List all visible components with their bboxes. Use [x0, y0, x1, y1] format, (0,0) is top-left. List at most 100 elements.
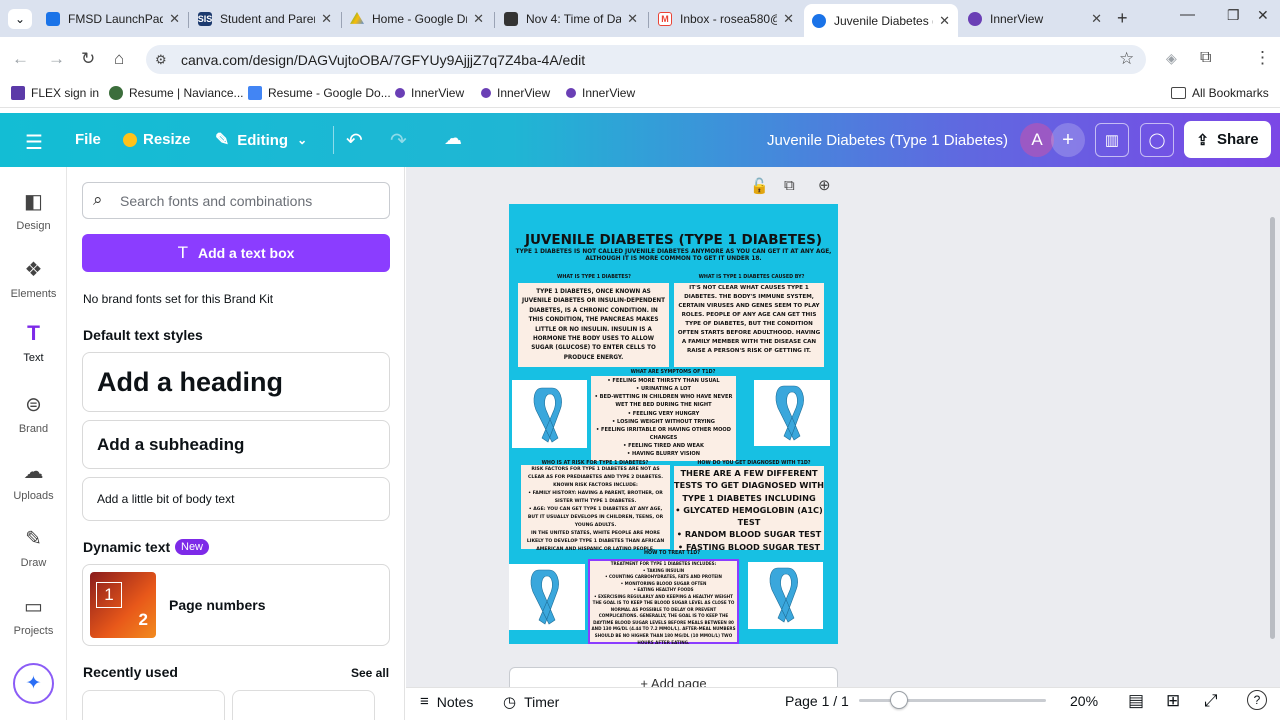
awareness-ribbon-image[interactable]	[509, 564, 585, 630]
rail-text[interactable]: T Text	[0, 322, 67, 364]
awareness-ribbon-image[interactable]	[754, 380, 830, 446]
tab-search-chevron-icon[interactable]: ⌄	[8, 9, 32, 29]
invite-plus-icon[interactable]: +	[1051, 123, 1085, 157]
bookmark-resume-naviance[interactable]: Resume | Naviance...	[109, 86, 244, 100]
site-info-icon[interactable]: ⚙	[155, 52, 167, 68]
forward-icon[interactable]: →	[48, 49, 65, 69]
restore-icon[interactable]: ❐	[1227, 7, 1240, 24]
close-tab-icon[interactable]: ✕	[169, 11, 180, 27]
avatar[interactable]: A	[1020, 123, 1054, 157]
close-tab-icon[interactable]: ✕	[939, 13, 950, 29]
timer-button[interactable]: ◷ Timer	[503, 693, 559, 711]
puzzle-extensions-icon[interactable]: ⧉	[1200, 49, 1211, 67]
awareness-ribbon-image[interactable]	[748, 562, 823, 629]
a4-box[interactable]: RISK FACTORS FOR TYPE 1 DIABETES ARE NOT…	[521, 465, 670, 552]
share-button[interactable]: ⇪ Share	[1184, 121, 1271, 158]
see-all-link[interactable]: See all	[351, 666, 389, 680]
file-menu[interactable]: File	[75, 131, 101, 148]
google-docs-icon	[248, 86, 262, 100]
q2-heading[interactable]: WHAT IS TYPE 1 DIABETES CAUSED BY?	[675, 275, 828, 281]
all-bookmarks[interactable]: All Bookmarks	[1171, 86, 1269, 100]
rail-uploads[interactable]: ☁ Uploads	[0, 459, 67, 502]
rail-design[interactable]: ◧ Design	[0, 189, 67, 232]
add-page-icon[interactable]: ⊕	[818, 176, 831, 194]
close-tab-icon[interactable]: ✕	[627, 11, 638, 27]
canvas-scrollbar[interactable]	[1270, 217, 1275, 639]
browser-menu-icon[interactable]: ⋮	[1254, 48, 1271, 68]
new-tab-icon[interactable]: +	[1117, 8, 1128, 29]
magic-sparkle-icon[interactable]: ✦	[13, 663, 54, 704]
design-page[interactable]: JUVENILE DIABETES (TYPE 1 DIABETES) TYPE…	[509, 204, 838, 645]
tab-nov4[interactable]: Nov 4: Time of Day ✕	[496, 5, 646, 33]
add-heading-card[interactable]: Add a heading	[82, 352, 390, 412]
a1-box[interactable]: TYPE 1 DIABETES, ONCE KNOWN AS JUVENILE …	[518, 283, 669, 367]
insights-chart-icon[interactable]: ▥	[1095, 123, 1129, 157]
add-subheading-card[interactable]: Add a subheading	[82, 420, 390, 469]
add-text-box-button[interactable]: T Add a text box	[82, 234, 390, 272]
design-title[interactable]: Juvenile Diabetes (Type 1 Diabetes)	[767, 132, 1008, 149]
bookmark-innerview-1[interactable]: InnerView	[395, 86, 464, 100]
back-icon[interactable]: ←	[12, 49, 29, 69]
tab-student-parent[interactable]: SIS Student and Parent ✕	[190, 5, 340, 33]
duplicate-page-icon[interactable]: ⧉	[784, 177, 795, 194]
page-indicator[interactable]: Page 1 / 1	[785, 693, 849, 709]
zoom-slider-thumb[interactable]	[890, 691, 908, 709]
grid-view-icon[interactable]: ⊞	[1166, 691, 1180, 711]
close-tab-icon[interactable]: ✕	[1091, 11, 1102, 27]
a3-box[interactable]: • FEELING MORE THIRSTY THAN USUAL • URIN…	[591, 376, 736, 461]
poster-title[interactable]: JUVENILE DIABETES (TYPE 1 DIABETES)	[513, 232, 834, 249]
close-tab-icon[interactable]: ✕	[783, 11, 794, 27]
bookmark-innerview-2[interactable]: InnerView	[481, 86, 550, 100]
page-numbers-card[interactable]: 1 2 Page numbers	[82, 564, 390, 646]
help-icon[interactable]: ?	[1247, 690, 1267, 710]
a2-box[interactable]: IT'S NOT CLEAR WHAT CAUSES TYPE 1 DIABET…	[674, 283, 824, 367]
add-body-text-card[interactable]: Add a little bit of body text	[82, 477, 390, 521]
canva-icon	[812, 13, 826, 28]
tab-google-drive[interactable]: Home - Google Drive ✕	[342, 5, 492, 33]
add-page-button[interactable]: + Add page	[509, 667, 838, 687]
rail-draw[interactable]: ✎ Draw	[0, 526, 67, 569]
q6-heading[interactable]: HOW TO TREAT T1D?	[597, 551, 747, 557]
poster-subtitle[interactable]: TYPE 1 DIABETES IS NOT CALLED JUVENILE D…	[511, 249, 836, 263]
reload-icon[interactable]: ↻	[81, 49, 95, 69]
zoom-slider[interactable]	[859, 699, 1046, 702]
close-tab-icon[interactable]: ✕	[321, 11, 332, 27]
recent-font-card[interactable]	[232, 690, 375, 720]
a5-box[interactable]: THERE ARE A FEW DIFFERENT TESTS TO GET D…	[674, 466, 824, 552]
minimize-icon[interactable]: —	[1180, 6, 1195, 23]
a6-box-selected[interactable]: TREATMENT FOR TYPE 1 DIABETES INCLUDES: …	[588, 559, 739, 645]
rail-brand[interactable]: ⊜ Brand	[0, 392, 67, 435]
redo-icon[interactable]: ↷	[390, 128, 407, 153]
awareness-ribbon-image[interactable]	[512, 380, 587, 448]
rail-elements[interactable]: ❖ Elements	[0, 257, 67, 300]
fullscreen-icon[interactable]: ⤢	[1204, 691, 1218, 711]
comment-icon[interactable]: ◯	[1140, 123, 1174, 157]
tab-fmsd-launchpad[interactable]: FMSD LaunchPad ✕	[38, 5, 188, 33]
undo-icon[interactable]: ↶	[346, 128, 363, 153]
close-window-icon[interactable]: ✕	[1257, 7, 1269, 24]
draw-icon: ✎	[25, 528, 42, 550]
resize-button[interactable]: Resize	[123, 131, 191, 148]
bookmark-innerview-3[interactable]: InnerView	[566, 86, 635, 100]
cloud-saved-icon[interactable]: ☁	[444, 128, 462, 149]
tab-juvenile-diabetes[interactable]: Juvenile Diabetes (Type 1 ✕	[804, 4, 958, 37]
q1-heading[interactable]: WHAT IS TYPE 1 DIABETES?	[519, 275, 669, 281]
recent-font-card[interactable]	[82, 690, 225, 720]
lock-icon[interactable]: 🔓	[750, 177, 769, 195]
bookmark-star-icon[interactable]: ☆	[1119, 49, 1134, 69]
extension-icon[interactable]: ◈	[1166, 50, 1177, 67]
editing-mode-button[interactable]: ✎ Editing ⌄	[215, 130, 307, 150]
rail-projects[interactable]: ▭ Projects	[0, 594, 67, 637]
hamburger-menu-icon[interactable]: ☰	[25, 130, 43, 155]
home-icon[interactable]: ⌂	[114, 49, 124, 69]
tab-innerview[interactable]: InnerView ✕	[960, 5, 1110, 33]
bookmark-flex-sign-in[interactable]: FLEX sign in	[11, 86, 99, 100]
url-text[interactable]: canva.com/design/DAGVujtoOBA/7GFYUy9Ajjj…	[181, 52, 585, 68]
notes-button[interactable]: ≡ Notes	[420, 693, 473, 710]
zoom-level[interactable]: 20%	[1070, 693, 1098, 709]
page-view-icon[interactable]: ▤	[1128, 691, 1144, 711]
font-search-input[interactable]: ⌕ Search fonts and combinations	[82, 182, 390, 219]
close-tab-icon[interactable]: ✕	[473, 11, 484, 27]
tab-gmail-inbox[interactable]: M Inbox - rosea580@ ✕	[650, 5, 802, 33]
bookmark-resume-google-docs[interactable]: Resume - Google Do...	[248, 86, 391, 100]
